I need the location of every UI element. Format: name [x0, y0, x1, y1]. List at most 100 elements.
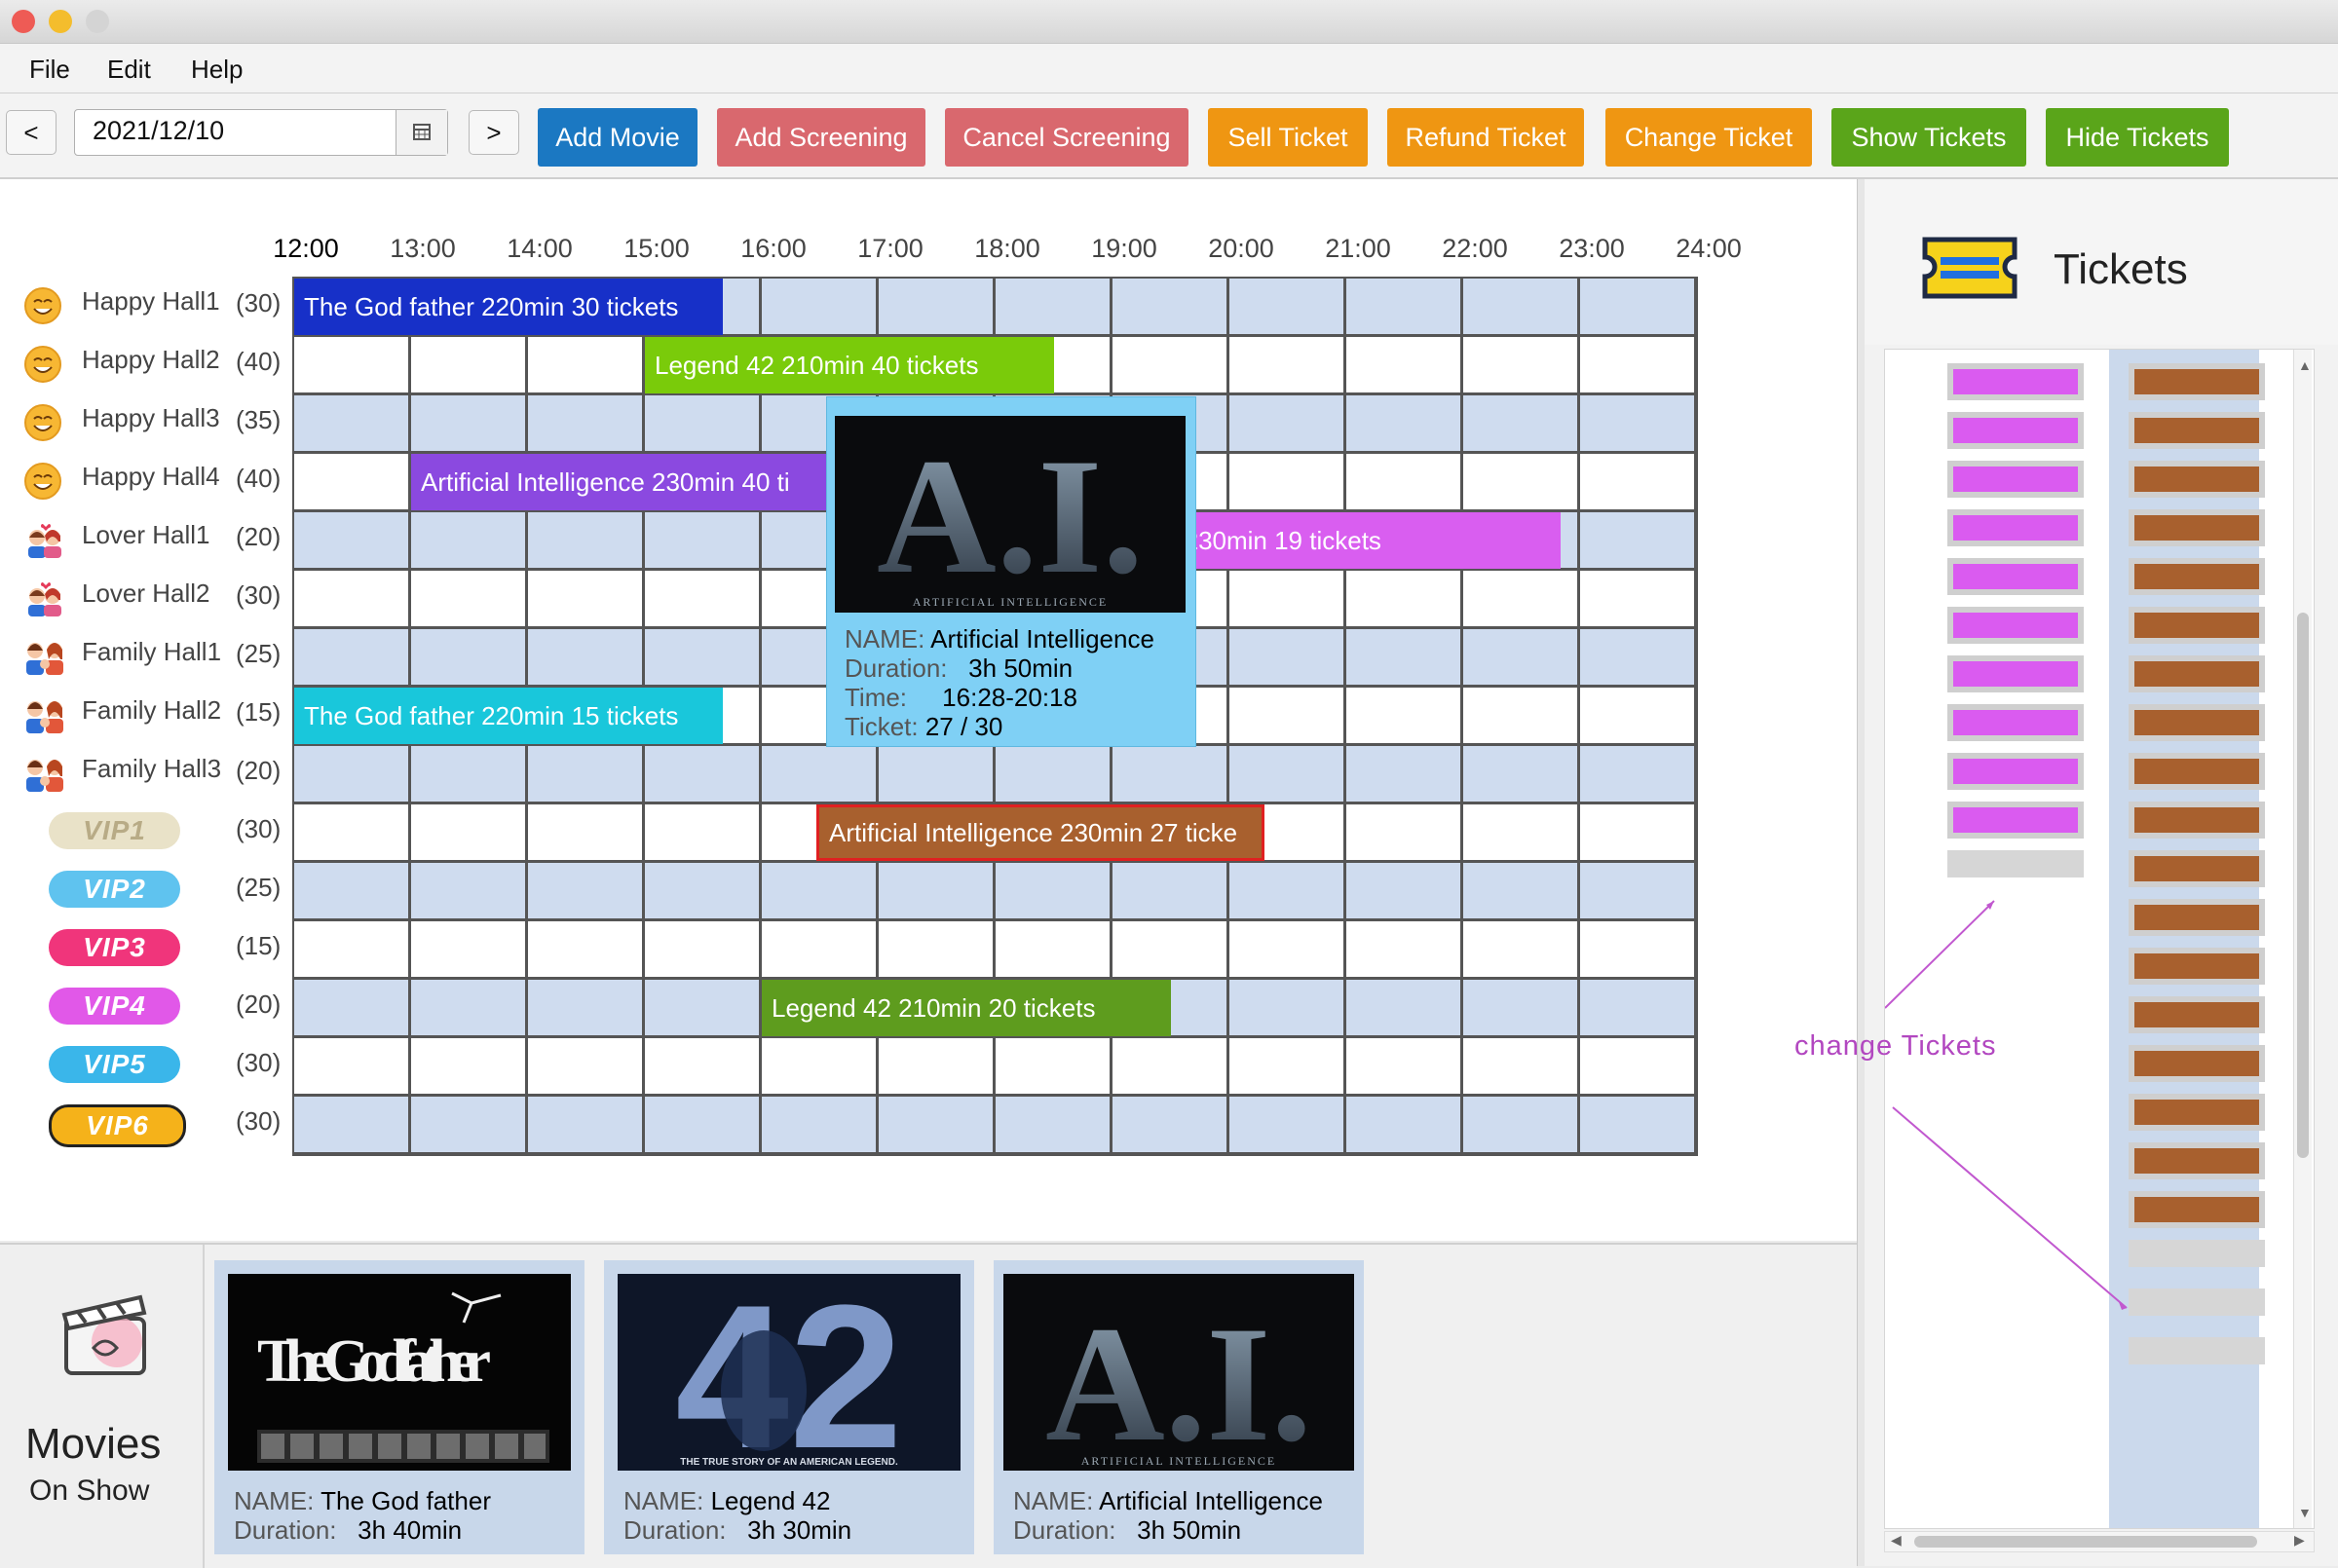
schedule-cell[interactable]: [645, 629, 759, 685]
change-ticket-button[interactable]: Change Ticket: [1605, 108, 1812, 167]
horizontal-scrollbar[interactable]: ◀ ▶: [1884, 1531, 2315, 1552]
schedule-cell[interactable]: [294, 629, 408, 685]
schedule-cell[interactable]: [996, 921, 1110, 977]
screening-block[interactable]: Legend 42 210min 20 tickets: [762, 980, 1171, 1036]
schedule-cell[interactable]: [762, 1038, 876, 1094]
schedule-cell[interactable]: [294, 921, 408, 977]
schedule-cell[interactable]: [1580, 395, 1694, 451]
schedule-cell[interactable]: [411, 1038, 525, 1094]
schedule-cell[interactable]: [1580, 1097, 1694, 1152]
schedule-cell[interactable]: [1229, 454, 1343, 509]
scroll-down-icon[interactable]: ▼: [2298, 1505, 2312, 1520]
schedule-cell[interactable]: [1580, 454, 1694, 509]
schedule-cell[interactable]: [294, 980, 408, 1035]
schedule-cell[interactable]: [1580, 980, 1694, 1035]
schedule-cell[interactable]: [1463, 746, 1577, 802]
schedule-cell[interactable]: [411, 746, 525, 802]
schedule-cell[interactable]: [879, 921, 993, 977]
schedule-cell[interactable]: [1580, 1038, 1694, 1094]
schedule-cell[interactable]: [762, 921, 876, 977]
schedule-cell[interactable]: [1346, 395, 1460, 451]
schedule-cell[interactable]: [1580, 921, 1694, 977]
schedule-cell[interactable]: [1229, 337, 1343, 392]
schedule-cell[interactable]: [1112, 863, 1226, 918]
schedule-cell[interactable]: [528, 921, 642, 977]
schedule-cell[interactable]: [294, 863, 408, 918]
schedule-cell[interactable]: [528, 746, 642, 802]
schedule-cell[interactable]: [1229, 279, 1343, 334]
schedule-cell[interactable]: [645, 863, 759, 918]
hscrollbar-thumb[interactable]: [1914, 1536, 2257, 1548]
schedule-cell[interactable]: [411, 395, 525, 451]
schedule-cell[interactable]: [294, 337, 408, 392]
schedule-cell[interactable]: [411, 571, 525, 626]
schedule-cell[interactable]: [411, 804, 525, 860]
schedule-cell[interactable]: [411, 863, 525, 918]
schedule-cell[interactable]: [645, 512, 759, 568]
schedule-cell[interactable]: [645, 804, 759, 860]
schedule-cell[interactable]: [294, 804, 408, 860]
schedule-cell[interactable]: [1346, 454, 1460, 509]
previous-day-button[interactable]: <: [6, 110, 57, 155]
schedule-cell[interactable]: [528, 980, 642, 1035]
movie-card-artificial-intelligence[interactable]: A.I. ARTIFICIAL INTELLIGENCE NAME: Artif…: [994, 1260, 1364, 1554]
schedule-cell[interactable]: [1463, 337, 1577, 392]
screening-block[interactable]: Artificial Intelligence 230min 40 ti: [411, 454, 859, 510]
schedule-cell[interactable]: [1346, 337, 1460, 392]
schedule-cell[interactable]: [879, 1038, 993, 1094]
schedule-cell[interactable]: [294, 571, 408, 626]
close-window-button[interactable]: [12, 10, 35, 33]
schedule-cell[interactable]: [645, 571, 759, 626]
schedule-cell[interactable]: [1346, 1097, 1460, 1152]
schedule-cell[interactable]: [1229, 921, 1343, 977]
schedule-cell[interactable]: [1346, 804, 1460, 860]
schedule-cell[interactable]: [762, 1097, 876, 1152]
schedule-cell[interactable]: [1463, 1038, 1577, 1094]
show-tickets-button[interactable]: Show Tickets: [1831, 108, 2026, 167]
zoom-window-button[interactable]: [86, 10, 109, 33]
schedule-cell[interactable]: [645, 1097, 759, 1152]
schedule-cell[interactable]: [1229, 746, 1343, 802]
schedule-cell[interactable]: [1580, 804, 1694, 860]
movie-card-legend-42[interactable]: 42 THE TRUE STORY OF AN AMERICAN LEGEND.…: [604, 1260, 974, 1554]
add-screening-button[interactable]: Add Screening: [717, 108, 925, 167]
schedule-cell[interactable]: [1463, 279, 1577, 334]
menu-edit[interactable]: Edit: [107, 55, 151, 85]
schedule-cell[interactable]: [879, 863, 993, 918]
schedule-cell[interactable]: [1580, 629, 1694, 685]
schedule-cell[interactable]: [1229, 629, 1343, 685]
schedule-cell[interactable]: [996, 1038, 1110, 1094]
schedule-cell[interactable]: [528, 804, 642, 860]
hide-tickets-button[interactable]: Hide Tickets: [2046, 108, 2229, 167]
schedule-cell[interactable]: [1580, 688, 1694, 743]
schedule-cell[interactable]: [1112, 337, 1226, 392]
tickets-list[interactable]: ▲ ▼: [1884, 349, 2315, 1529]
schedule-cell[interactable]: [411, 921, 525, 977]
schedule-cell[interactable]: [1346, 1038, 1460, 1094]
schedule-cell[interactable]: [762, 746, 876, 802]
schedule-cell[interactable]: [645, 1038, 759, 1094]
schedule-cell[interactable]: [762, 279, 876, 334]
schedule-cell[interactable]: [411, 980, 525, 1035]
scroll-up-icon[interactable]: ▲: [2298, 357, 2312, 373]
schedule-cell[interactable]: [528, 337, 642, 392]
schedule-cell[interactable]: [1463, 863, 1577, 918]
minimize-window-button[interactable]: [49, 10, 72, 33]
schedule-cell[interactable]: [762, 863, 876, 918]
menu-help[interactable]: Help: [191, 55, 243, 85]
date-field[interactable]: 2021/12/10: [93, 116, 224, 146]
refund-ticket-button[interactable]: Refund Ticket: [1387, 108, 1584, 167]
schedule-cell[interactable]: [294, 1038, 408, 1094]
scrollbar-thumb[interactable]: [2297, 613, 2309, 1158]
schedule-cell[interactable]: [1580, 337, 1694, 392]
screening-block[interactable]: Legend 42 210min 40 tickets: [645, 337, 1054, 393]
schedule-cell[interactable]: [996, 1097, 1110, 1152]
scroll-left-icon[interactable]: ◀: [1891, 1532, 1902, 1549]
schedule-cell[interactable]: [645, 395, 759, 451]
cancel-screening-button[interactable]: Cancel Screening: [945, 108, 1188, 167]
schedule-cell[interactable]: [1112, 1097, 1226, 1152]
schedule-cell[interactable]: [1112, 921, 1226, 977]
movie-card-godfather[interactable]: The Godfather NAME: The God father Durat…: [214, 1260, 584, 1554]
schedule-cell[interactable]: [1229, 980, 1343, 1035]
schedule-cell[interactable]: [1580, 512, 1694, 568]
